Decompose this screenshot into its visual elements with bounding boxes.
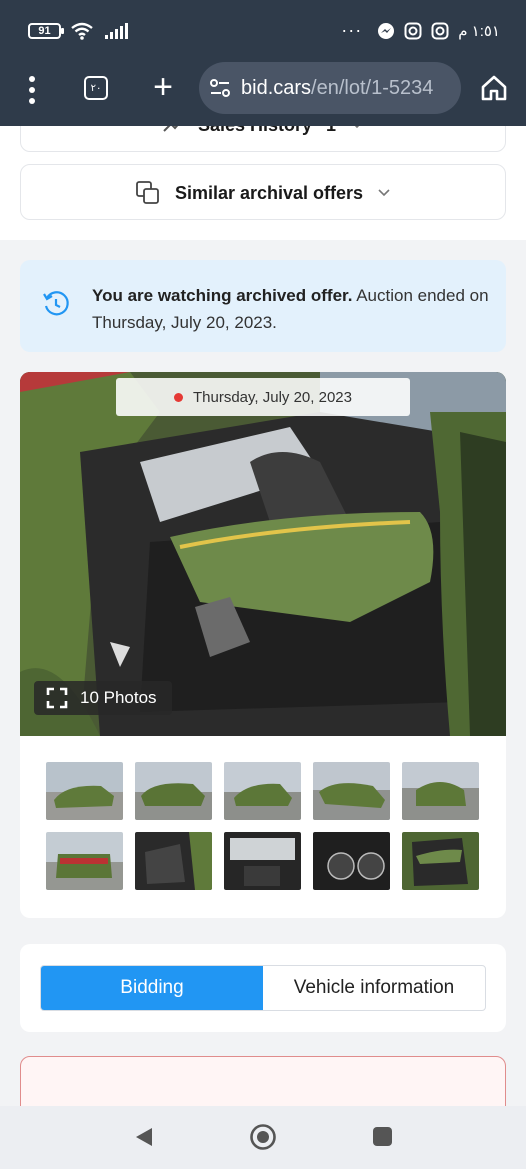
thumbnail[interactable] [224,762,301,820]
thumbnail[interactable] [135,832,212,890]
url-path: /en/lot/1-5234 [311,76,434,99]
photo-gallery: Thursday, July 20, 2023 10 Photos [20,372,506,918]
clock: ١:٥١ م [458,22,500,40]
status-bar: 91 ··· ١:٥١ م [0,0,526,62]
back-icon[interactable] [134,1126,154,1148]
new-tab-button[interactable]: + [150,70,176,104]
thumbnail[interactable] [402,832,479,890]
copy-icon [136,181,159,204]
thumbnail[interactable] [135,762,212,820]
signal-icon [105,23,128,39]
similar-offers-accordion[interactable]: Similar archival offers [20,164,506,220]
tab-vehicle-information[interactable]: Vehicle information [263,966,485,1010]
main-photo[interactable]: Thursday, July 20, 2023 10 Photos [20,372,506,736]
messenger-icon [378,22,395,39]
photos-count-label: 10 Photos [80,688,157,707]
home-circle-icon[interactable] [249,1123,277,1151]
sales-history-count: 1 [326,126,336,136]
trend-icon [163,126,179,132]
battery-icon: 91 [28,23,64,39]
sales-history-accordion[interactable]: Sales History 1 [20,126,506,152]
photo-date-badge: Thursday, July 20, 2023 [116,378,410,416]
chevron-down-icon [378,189,390,197]
thumbnail[interactable] [402,762,479,820]
similar-offers-label: Similar archival offers [174,182,364,203]
notification-overflow: ··· [341,20,363,40]
tab-count: ٢٠ [90,82,102,94]
auction-result-card [20,1056,506,1106]
thumbnail[interactable] [224,832,301,890]
thumbnail[interactable] [46,832,123,890]
status-dot [174,392,183,402]
tab-switcher-button[interactable]: ٢٠ [84,76,108,100]
battery-level: 91 [38,25,51,37]
info-tabs: Bidding Vehicle information [40,965,486,1011]
menu-icon[interactable] [22,76,42,104]
chevron-down-icon [354,126,360,129]
instagram-icon [431,22,449,39]
url-text[interactable]: bid.cars/en/lot/1-5234 [241,77,433,100]
notice-text: You are watching archived offer. Auction… [92,282,492,336]
sales-history-label: Sales History [198,126,312,136]
tab-bidding[interactable]: Bidding [41,966,263,1010]
thumbnail[interactable] [46,762,123,820]
system-nav-bar [0,1106,526,1169]
url-host: bid.cars [241,76,312,99]
thumbnail[interactable] [313,832,390,890]
notice-bold: You are watching archived offer. [92,286,353,305]
wifi-icon [71,22,93,40]
url-bar[interactable]: bid.cars/en/lot/1-5234 [199,62,461,114]
instagram-icon [404,22,422,39]
page-content: Sales History 1 Similar archival offers … [0,126,526,1106]
info-tabs-card: Bidding Vehicle information [20,944,506,1032]
photo-date: Thursday, July 20, 2023 [193,388,352,406]
history-icon [43,291,69,316]
archived-offer-notice: You are watching archived offer. Auction… [20,260,506,352]
photos-count-button[interactable]: 10 Photos [34,681,172,715]
home-icon[interactable] [480,74,508,102]
browser-toolbar: ٢٠ + bid.cars/en/lot/1-5234 [0,62,526,126]
site-settings-icon[interactable] [209,78,231,98]
fullscreen-icon [46,687,68,709]
thumbnail[interactable] [313,762,390,820]
recent-apps-icon[interactable] [373,1127,392,1146]
